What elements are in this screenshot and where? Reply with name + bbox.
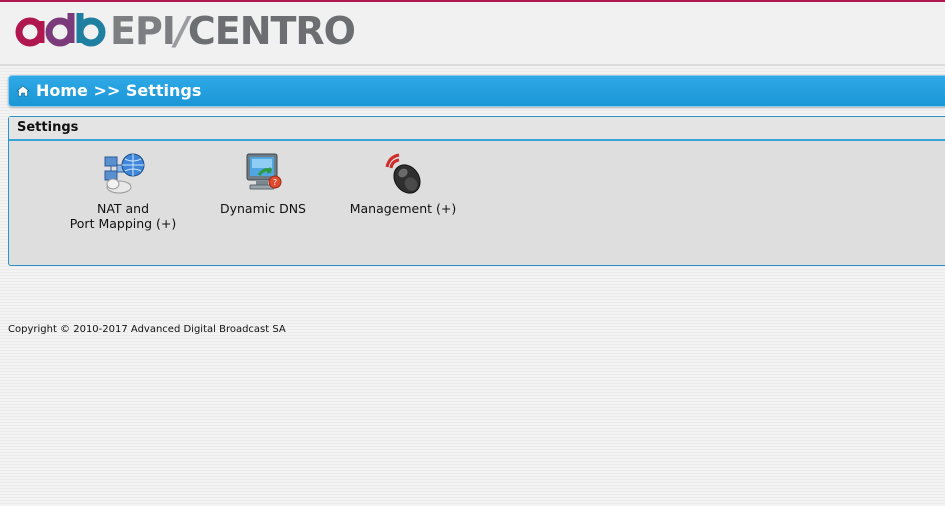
tile-nat-port-mapping[interactable]: NAT and Port Mapping (+) bbox=[63, 151, 183, 231]
svg-text:?: ? bbox=[273, 178, 277, 187]
tile-label-nat: NAT and Port Mapping (+) bbox=[63, 201, 183, 231]
copyright-text: Copyright © 2010-2017 Advanced Digital B… bbox=[8, 324, 286, 335]
tile-label-management: Management (+) bbox=[349, 201, 457, 216]
epicentro-wordmark: EPI/CENTRO bbox=[110, 7, 356, 55]
network-globe-icon bbox=[104, 153, 145, 194]
remote-mouse-icon bbox=[385, 153, 421, 194]
panel-title: Settings bbox=[17, 120, 79, 135]
breadcrumb-text[interactable]: Home >> Settings bbox=[36, 81, 201, 101]
breadcrumb: Home >> Settings bbox=[8, 75, 945, 107]
tile-label-nat-line1: NAT and bbox=[96, 201, 150, 216]
tile-label-nat-line2: Port Mapping (+) bbox=[69, 216, 177, 231]
home-icon[interactable] bbox=[16, 85, 30, 97]
tile-management[interactable]: Management (+) bbox=[343, 151, 463, 216]
monitor-dns-icon: ? bbox=[246, 153, 282, 190]
tile-dynamic-dns[interactable]: ? Dynamic DNS bbox=[213, 151, 313, 216]
panel-header: Settings bbox=[9, 117, 945, 141]
header: EPI/CENTRO bbox=[0, 2, 945, 66]
settings-panel: Settings NAT and Port Mapping (+) ? Dynam… bbox=[8, 116, 945, 266]
tile-label-dns: Dynamic DNS bbox=[219, 201, 306, 216]
adb-logo bbox=[14, 10, 106, 54]
wordmark-centro: CENTRO bbox=[187, 9, 356, 53]
wordmark-epi: EPI bbox=[110, 9, 176, 53]
wordmark-slash: / bbox=[174, 9, 189, 53]
